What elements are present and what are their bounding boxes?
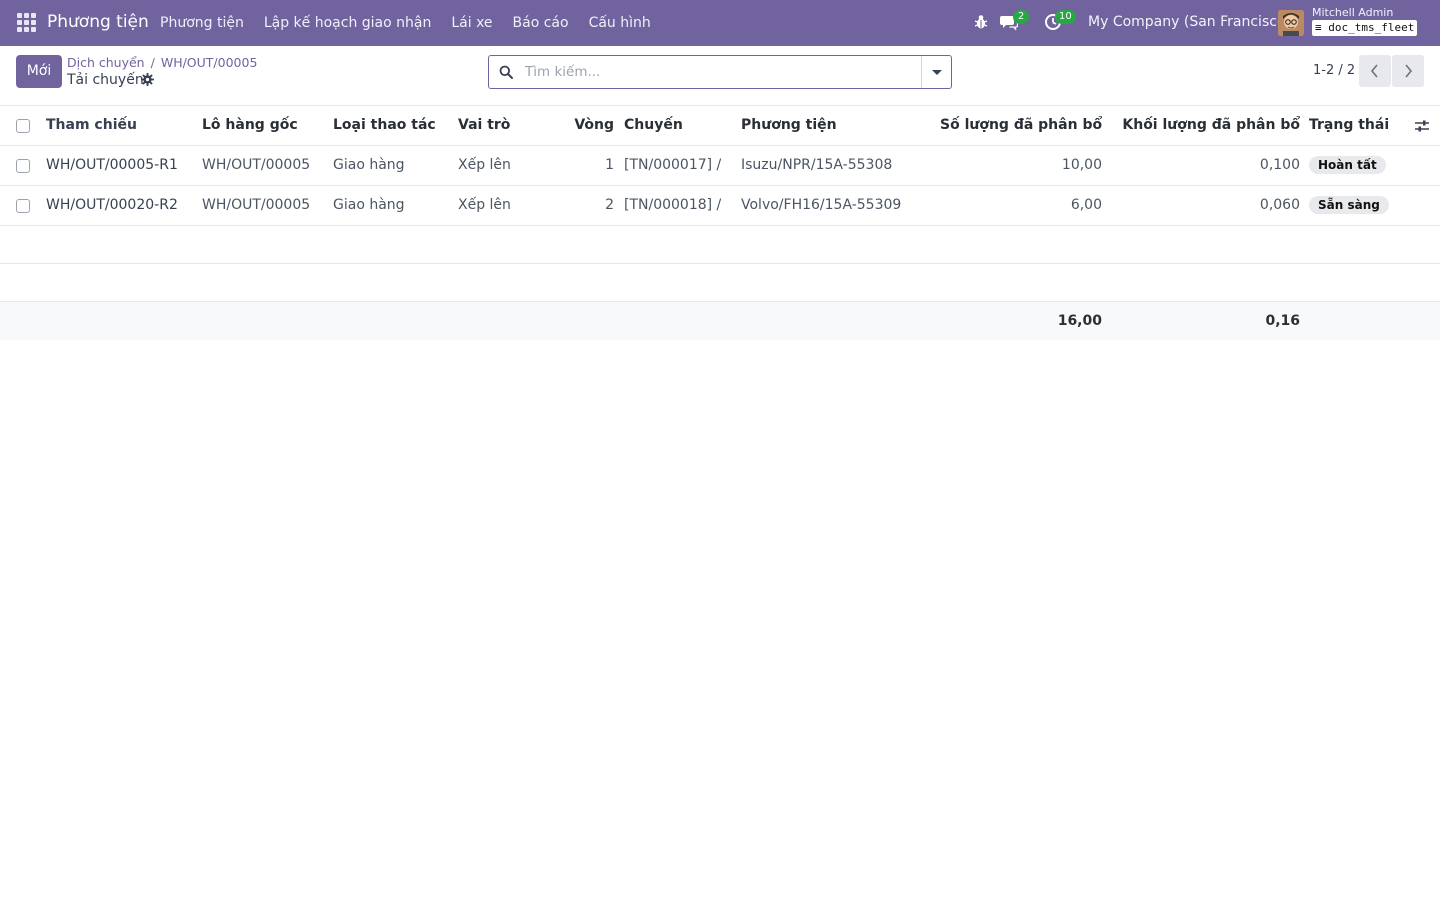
cell-reference[interactable]: WH/OUT/00020-R2 (46, 186, 178, 225)
cell-weight[interactable]: 0,060 (1120, 186, 1300, 225)
bug-icon[interactable] (974, 14, 988, 30)
menu-item-configuration[interactable]: Cấu hình (589, 15, 651, 31)
gear-icon[interactable] (141, 73, 154, 86)
cell-origin[interactable]: WH/OUT/00005 (202, 146, 310, 185)
activities-count-badge: 10 (1055, 10, 1076, 24)
row-checkbox[interactable] (16, 199, 30, 213)
breadcrumb-item-picking[interactable]: WH/OUT/00005 (161, 55, 258, 70)
row-checkbox[interactable] (16, 159, 30, 173)
breadcrumb-separator: / (150, 55, 155, 70)
search-input[interactable] (525, 61, 905, 83)
cell-round[interactable]: 2 (560, 186, 614, 225)
new-button[interactable]: Mới (16, 55, 62, 88)
total-weight: 0,16 (1265, 313, 1300, 329)
cell-trip[interactable]: [TN/000018] / (624, 186, 721, 225)
caret-down-icon (932, 70, 942, 75)
optional-columns-icon[interactable] (1414, 118, 1430, 134)
breadcrumb-item-transfers[interactable]: Dịch chuyển (67, 55, 145, 70)
cell-round[interactable]: 1 (560, 146, 614, 185)
empty-row (0, 264, 1440, 302)
pager-previous-button[interactable] (1359, 55, 1391, 87)
column-header-weight[interactable]: Khối lượng đã phân bổ (1120, 106, 1300, 145)
chevron-right-icon (1405, 64, 1413, 78)
pager-value[interactable]: 1-2 / 2 (1313, 63, 1355, 78)
column-header-origin[interactable]: Lô hàng gốc (202, 106, 298, 145)
app-brand[interactable]: Phương tiện (47, 12, 149, 32)
menu-item-reports[interactable]: Báo cáo (513, 15, 569, 31)
search-options-toggle[interactable] (921, 56, 951, 88)
column-header-reference[interactable]: Tham chiếu (46, 106, 137, 145)
menu-item-drivers[interactable]: Lái xe (451, 15, 492, 31)
database-icon: ≡ (1315, 21, 1322, 34)
cell-state[interactable]: Hoàn tất (1309, 146, 1386, 185)
user-name[interactable]: Mitchell Admin (1312, 6, 1393, 19)
status-badge: Hoàn tất (1309, 156, 1386, 174)
cell-state[interactable]: Sẵn sàng (1309, 186, 1389, 225)
column-header-round[interactable]: Vòng (560, 106, 614, 145)
main-menu: Phương tiện Lập kế hoạch giao nhận Lái x… (160, 0, 671, 46)
page-title: Tải chuyến (67, 72, 144, 88)
column-header-vehicle[interactable]: Phương tiện (741, 106, 837, 145)
search-icon (499, 65, 513, 79)
table-footer-totals: 16,00 0,16 (0, 302, 1440, 340)
company-switcher[interactable]: My Company (San Francisco) (1088, 14, 1291, 30)
avatar[interactable] (1278, 10, 1304, 36)
cell-operation-type[interactable]: Giao hàng (333, 146, 405, 185)
cell-origin[interactable]: WH/OUT/00005 (202, 186, 310, 225)
menu-item-planning[interactable]: Lập kế hoạch giao nhận (264, 15, 432, 31)
cell-vehicle[interactable]: Volvo/FH16/15A-55309 (741, 186, 901, 225)
search-bar (488, 55, 952, 89)
table-row[interactable]: WH/OUT/00020-R2 WH/OUT/00005 Giao hàng X… (0, 186, 1440, 226)
cell-trip[interactable]: [TN/000017] / (624, 146, 721, 185)
chevron-left-icon (1370, 64, 1378, 78)
control-panel: Mới Dịch chuyển / WH/OUT/00005 Tải chuyến … (0, 46, 1440, 106)
column-header-trip[interactable]: Chuyến (624, 106, 683, 145)
cell-role[interactable]: Xếp lên (458, 146, 511, 185)
cell-quantity[interactable]: 6,00 (940, 186, 1102, 225)
select-all-checkbox[interactable] (16, 119, 30, 133)
pager-next-button[interactable] (1392, 55, 1424, 87)
total-quantity: 16,00 (1057, 313, 1102, 329)
cell-vehicle[interactable]: Isuzu/NPR/15A-55308 (741, 146, 892, 185)
column-header-state[interactable]: Trạng thái (1309, 106, 1389, 145)
menu-item-vehicles[interactable]: Phương tiện (160, 15, 244, 31)
messages-count-badge: 2 (1013, 10, 1029, 24)
column-header-operation-type[interactable]: Loại thao tác (333, 106, 436, 145)
cell-operation-type[interactable]: Giao hàng (333, 186, 405, 225)
top-navbar: Phương tiện Phương tiện Lập kế hoạch gia… (0, 0, 1440, 46)
apps-icon[interactable] (17, 13, 36, 32)
status-badge: Sẵn sàng (1309, 196, 1389, 214)
column-header-quantity[interactable]: Số lượng đã phân bổ (940, 106, 1102, 145)
table-row[interactable]: WH/OUT/00005-R1 WH/OUT/00005 Giao hàng X… (0, 146, 1440, 186)
table-header: Tham chiếu Lô hàng gốc Loại thao tác Vai… (0, 106, 1440, 146)
empty-row (0, 226, 1440, 264)
database-name: doc_tms_fleet (1328, 21, 1415, 34)
cell-role[interactable]: Xếp lên (458, 186, 511, 225)
cell-quantity[interactable]: 10,00 (940, 146, 1102, 185)
database-tag: ≡ doc_tms_fleet (1312, 20, 1418, 36)
breadcrumb: Dịch chuyển / WH/OUT/00005 (67, 55, 257, 70)
column-header-role[interactable]: Vai trò (458, 106, 510, 145)
cell-reference[interactable]: WH/OUT/00005-R1 (46, 146, 178, 185)
cell-weight[interactable]: 0,100 (1120, 146, 1300, 185)
